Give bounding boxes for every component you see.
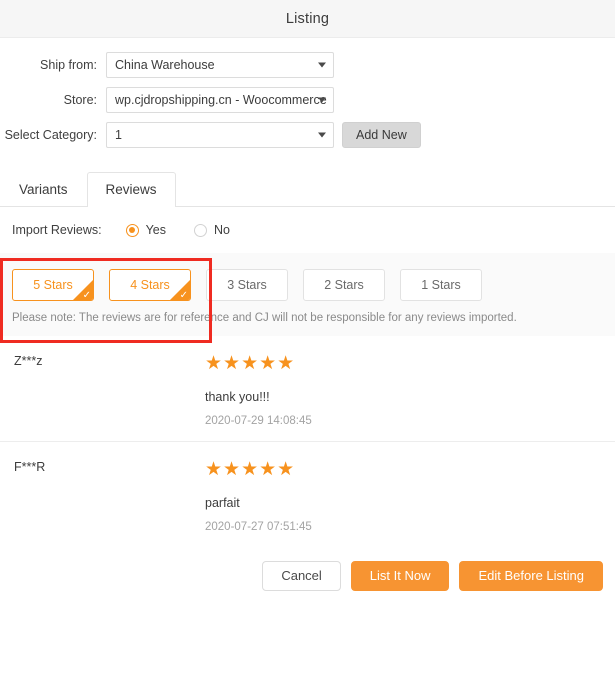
review-text: parfait — [205, 496, 240, 510]
star-filter-1[interactable]: 1 Stars — [400, 269, 482, 301]
chevron-down-icon — [318, 97, 326, 103]
review-item: F***R ★★★★★ parfait 2020-07-27 07:51:45 — [0, 442, 615, 547]
add-new-button[interactable]: Add New — [342, 122, 421, 148]
page-title: Listing — [285, 10, 330, 27]
import-reviews-no-label: No — [214, 223, 230, 237]
ship-from-select[interactable]: China Warehouse — [106, 52, 334, 78]
review-user: F***R — [14, 460, 46, 474]
tab-bar: Variants Reviews — [0, 172, 615, 207]
import-reviews-label: Import Reviews: — [12, 223, 102, 237]
modal-footer: Cancel List It Now Edit Before Listing — [0, 547, 615, 607]
review-item: Z***z ★★★★★ thank you!!! 2020-07-29 14:0… — [0, 336, 615, 442]
modal-header: Listing — [0, 0, 615, 38]
list-it-now-button[interactable]: List It Now — [350, 561, 450, 591]
review-rating-stars: ★★★★★ — [205, 459, 296, 480]
ship-from-label: Ship from: — [40, 58, 97, 72]
star-filter-buttons: 5 Stars ✓ 4 Stars ✓ 3 Stars 2 Stars 1 St… — [12, 269, 603, 301]
import-reviews-row: Import Reviews: Yes No — [0, 207, 615, 253]
star-filter-block: 5 Stars ✓ 4 Stars ✓ 3 Stars 2 Stars 1 St… — [0, 253, 615, 343]
form-row-store: Store: wp.cjdropshipping.cn - Woocommerc… — [0, 87, 615, 113]
chevron-down-icon — [318, 132, 326, 138]
star-filter-4-label: 4 Stars — [130, 278, 170, 292]
check-icon: ✓ — [82, 290, 91, 301]
star-filter-5[interactable]: 5 Stars ✓ — [12, 269, 94, 301]
form-row-select-category: Select Category: 1 Add New — [0, 122, 615, 148]
star-filter-3-label: 3 Stars — [227, 278, 267, 292]
star-filter-2-label: 2 Stars — [324, 278, 364, 292]
import-reviews-yes-label: Yes — [145, 223, 167, 237]
select-category-label: Select Category: — [4, 128, 97, 142]
select-category-select[interactable]: 1 — [106, 122, 334, 148]
radio-icon — [194, 223, 208, 237]
chevron-down-icon — [318, 62, 326, 68]
review-text: thank you!!! — [205, 390, 270, 404]
form-row-ship-from: Ship from: China Warehouse — [0, 52, 615, 78]
ship-from-value: China Warehouse — [115, 58, 215, 72]
tab-variants[interactable]: Variants — [0, 172, 87, 206]
store-value: wp.cjdropshipping.cn - Woocommerce — [115, 93, 327, 107]
review-date: 2020-07-27 07:51:45 — [205, 521, 312, 533]
review-date: 2020-07-29 14:08:45 — [205, 415, 312, 427]
review-rating-stars: ★★★★★ — [205, 353, 296, 374]
star-filter-2[interactable]: 2 Stars — [303, 269, 385, 301]
store-label: Store: — [63, 93, 97, 107]
select-category-value: 1 — [115, 128, 122, 142]
star-filter-4[interactable]: 4 Stars ✓ — [109, 269, 191, 301]
star-filter-1-label: 1 Stars — [421, 278, 461, 292]
star-filter-note: Please note: The reviews are for referen… — [12, 312, 517, 324]
import-reviews-radio-yes[interactable]: Yes — [125, 223, 167, 237]
star-filter-5-label: 5 Stars — [33, 278, 73, 292]
star-filter-3[interactable]: 3 Stars — [206, 269, 288, 301]
review-user: Z***z — [14, 354, 43, 368]
review-body: ★★★★★ parfait 2020-07-27 07:51:45 — [205, 459, 615, 534]
listing-form: Ship from: China Warehouse Store: wp.cjd… — [0, 38, 615, 163]
edit-before-listing-button[interactable]: Edit Before Listing — [459, 561, 603, 591]
listing-modal: Listing Ship from: China Warehouse Store… — [0, 0, 615, 675]
review-body: ★★★★★ thank you!!! 2020-07-29 14:08:45 — [205, 353, 615, 428]
radio-icon — [125, 223, 139, 237]
check-icon: ✓ — [179, 290, 188, 301]
tab-reviews[interactable]: Reviews — [86, 172, 176, 207]
store-select[interactable]: wp.cjdropshipping.cn - Woocommerce — [106, 87, 334, 113]
cancel-button[interactable]: Cancel — [262, 561, 341, 591]
import-reviews-radio-no[interactable]: No — [194, 223, 230, 237]
review-list: Z***z ★★★★★ thank you!!! 2020-07-29 14:0… — [0, 336, 615, 547]
